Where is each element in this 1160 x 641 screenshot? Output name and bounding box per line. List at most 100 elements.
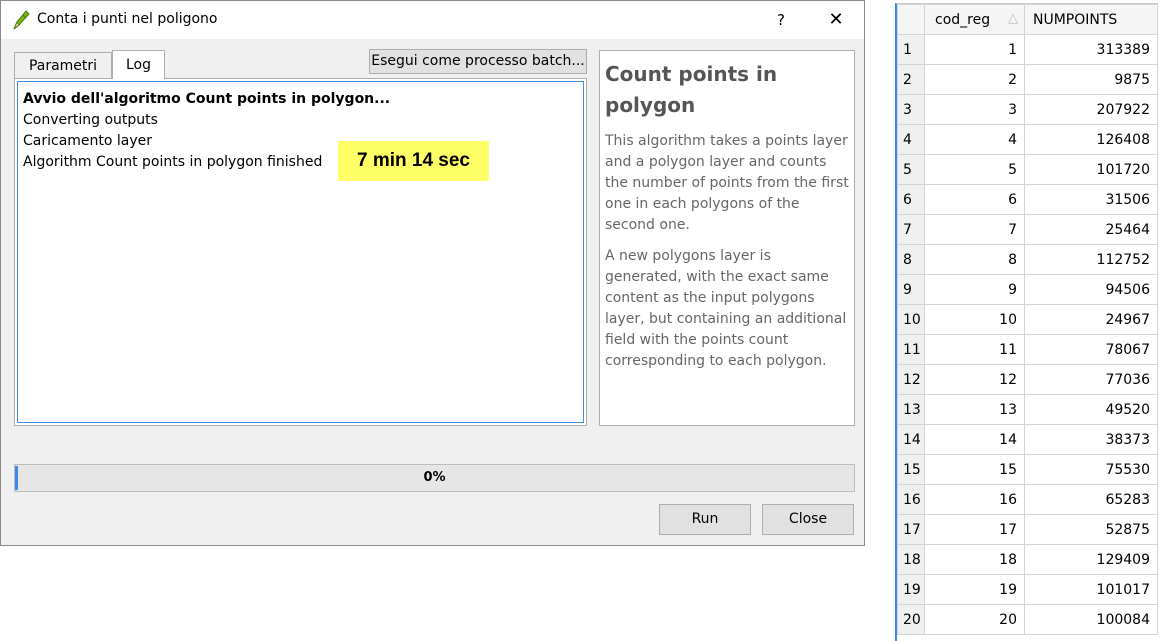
table-row[interactable]: 4 4 126408 <box>897 124 1158 155</box>
cell-numpoints[interactable]: 52875 <box>1024 514 1158 545</box>
row-header[interactable]: 12 <box>897 364 925 395</box>
cell-cod-reg[interactable]: 18 <box>924 544 1025 575</box>
row-header[interactable]: 6 <box>897 184 925 215</box>
cell-numpoints[interactable]: 126408 <box>1024 124 1158 155</box>
row-header[interactable]: 2 <box>897 64 925 95</box>
cell-numpoints[interactable]: 65283 <box>1024 484 1158 515</box>
row-header[interactable]: 7 <box>897 214 925 245</box>
row-header[interactable]: 5 <box>897 154 925 185</box>
row-header[interactable]: 20 <box>897 604 925 635</box>
log-text-area[interactable]: Avvio dell'algoritmo Count points in pol… <box>17 81 584 423</box>
help-button[interactable]: ? <box>769 7 793 33</box>
table-row[interactable]: 6 6 31506 <box>897 184 1158 215</box>
row-header[interactable]: 3 <box>897 94 925 125</box>
column-header-label: NUMPOINTS <box>1033 11 1118 28</box>
row-header[interactable]: 9 <box>897 274 925 305</box>
cell-numpoints[interactable]: 31506 <box>1024 184 1158 215</box>
cell-numpoints[interactable]: 49520 <box>1024 394 1158 425</box>
cell-cod-reg[interactable]: 9 <box>924 274 1025 305</box>
row-header[interactable]: 16 <box>897 484 925 515</box>
help-paragraph: This algorithm takes a points layer and … <box>605 133 849 233</box>
log-line: Algorithm Count points in polygon finish… <box>23 154 323 170</box>
cell-numpoints[interactable]: 101017 <box>1024 574 1158 605</box>
cell-numpoints[interactable]: 77036 <box>1024 364 1158 395</box>
table-row[interactable]: 11 11 78067 <box>897 334 1158 365</box>
cell-numpoints[interactable]: 94506 <box>1024 274 1158 305</box>
table-row[interactable]: 12 12 77036 <box>897 364 1158 395</box>
run-as-batch-button[interactable]: Esegui come processo batch... <box>369 49 587 74</box>
cell-cod-reg[interactable]: 3 <box>924 94 1025 125</box>
row-header[interactable]: 11 <box>897 334 925 365</box>
row-header[interactable]: 17 <box>897 514 925 545</box>
cell-cod-reg[interactable]: 2 <box>924 64 1025 95</box>
table-row[interactable]: 13 13 49520 <box>897 394 1158 425</box>
cell-cod-reg[interactable]: 12 <box>924 364 1025 395</box>
cell-numpoints[interactable]: 100084 <box>1024 604 1158 635</box>
cell-cod-reg[interactable]: 6 <box>924 184 1025 215</box>
cell-cod-reg[interactable]: 16 <box>924 484 1025 515</box>
cell-numpoints[interactable]: 9875 <box>1024 64 1158 95</box>
table-row[interactable]: 7 7 25464 <box>897 214 1158 245</box>
column-header-label: cod_reg <box>935 11 991 28</box>
row-header[interactable]: 15 <box>897 454 925 485</box>
cell-cod-reg[interactable]: 8 <box>924 244 1025 275</box>
table-row[interactable]: 8 8 112752 <box>897 244 1158 275</box>
cell-numpoints[interactable]: 112752 <box>1024 244 1158 275</box>
row-header[interactable]: 10 <box>897 304 925 335</box>
tab-parametri[interactable]: Parametri <box>14 52 112 78</box>
cell-cod-reg[interactable]: 10 <box>924 304 1025 335</box>
log-tab-pane: Avvio dell'algoritmo Count points in pol… <box>14 78 587 426</box>
table-row[interactable]: 18 18 129409 <box>897 544 1158 575</box>
row-header[interactable]: 4 <box>897 124 925 155</box>
table-row[interactable]: 16 16 65283 <box>897 484 1158 515</box>
run-button[interactable]: Run <box>659 504 751 535</box>
table-row[interactable]: 15 15 75530 <box>897 454 1158 485</box>
help-title: Count points in polygon <box>605 62 778 117</box>
tab-log[interactable]: Log <box>112 50 165 79</box>
column-header-cod-reg[interactable]: cod_reg △ <box>924 4 1025 35</box>
cell-cod-reg[interactable]: 5 <box>924 154 1025 185</box>
cell-numpoints[interactable]: 101720 <box>1024 154 1158 185</box>
row-header[interactable]: 13 <box>897 394 925 425</box>
cell-cod-reg[interactable]: 14 <box>924 424 1025 455</box>
table-row[interactable]: 14 14 38373 <box>897 424 1158 455</box>
algorithm-help-panel: Count points in polygon This algorithm t… <box>599 50 855 426</box>
row-header[interactable]: 8 <box>897 244 925 275</box>
elapsed-time-annotation: 7 min 14 sec <box>338 141 489 181</box>
table-row[interactable]: 2 2 9875 <box>897 64 1158 95</box>
cell-cod-reg[interactable]: 1 <box>924 34 1025 65</box>
table-row[interactable]: 10 10 24967 <box>897 304 1158 335</box>
table-row[interactable]: 17 17 52875 <box>897 514 1158 545</box>
cell-cod-reg[interactable]: 19 <box>924 574 1025 605</box>
log-line: Converting outputs <box>23 112 158 128</box>
cell-numpoints[interactable]: 313389 <box>1024 34 1158 65</box>
table-row[interactable]: 3 3 207922 <box>897 94 1158 125</box>
close-button[interactable]: Close <box>762 504 854 535</box>
column-header-numpoints[interactable]: NUMPOINTS <box>1024 4 1158 35</box>
cell-cod-reg[interactable]: 4 <box>924 124 1025 155</box>
cell-cod-reg[interactable]: 20 <box>924 604 1025 635</box>
table-row[interactable]: 19 19 101017 <box>897 574 1158 605</box>
cell-cod-reg[interactable]: 13 <box>924 394 1025 425</box>
row-header[interactable]: 1 <box>897 34 925 65</box>
table-row[interactable]: 20 20 100084 <box>897 604 1158 635</box>
table-row[interactable]: 9 9 94506 <box>897 274 1158 305</box>
table-row[interactable]: 1 1 313389 <box>897 34 1158 65</box>
cell-numpoints[interactable]: 78067 <box>1024 334 1158 365</box>
row-header[interactable]: 18 <box>897 544 925 575</box>
cell-numpoints[interactable]: 129409 <box>1024 544 1158 575</box>
cell-cod-reg[interactable]: 17 <box>924 514 1025 545</box>
cell-cod-reg[interactable]: 15 <box>924 454 1025 485</box>
close-window-button[interactable]: ✕ <box>823 7 849 33</box>
cell-cod-reg[interactable]: 11 <box>924 334 1025 365</box>
table-corner[interactable] <box>897 4 925 35</box>
cell-cod-reg[interactable]: 7 <box>924 214 1025 245</box>
cell-numpoints[interactable]: 38373 <box>1024 424 1158 455</box>
row-header[interactable]: 19 <box>897 574 925 605</box>
cell-numpoints[interactable]: 207922 <box>1024 94 1158 125</box>
cell-numpoints[interactable]: 24967 <box>1024 304 1158 335</box>
table-row[interactable]: 5 5 101720 <box>897 154 1158 185</box>
row-header[interactable]: 14 <box>897 424 925 455</box>
cell-numpoints[interactable]: 25464 <box>1024 214 1158 245</box>
cell-numpoints[interactable]: 75530 <box>1024 454 1158 485</box>
